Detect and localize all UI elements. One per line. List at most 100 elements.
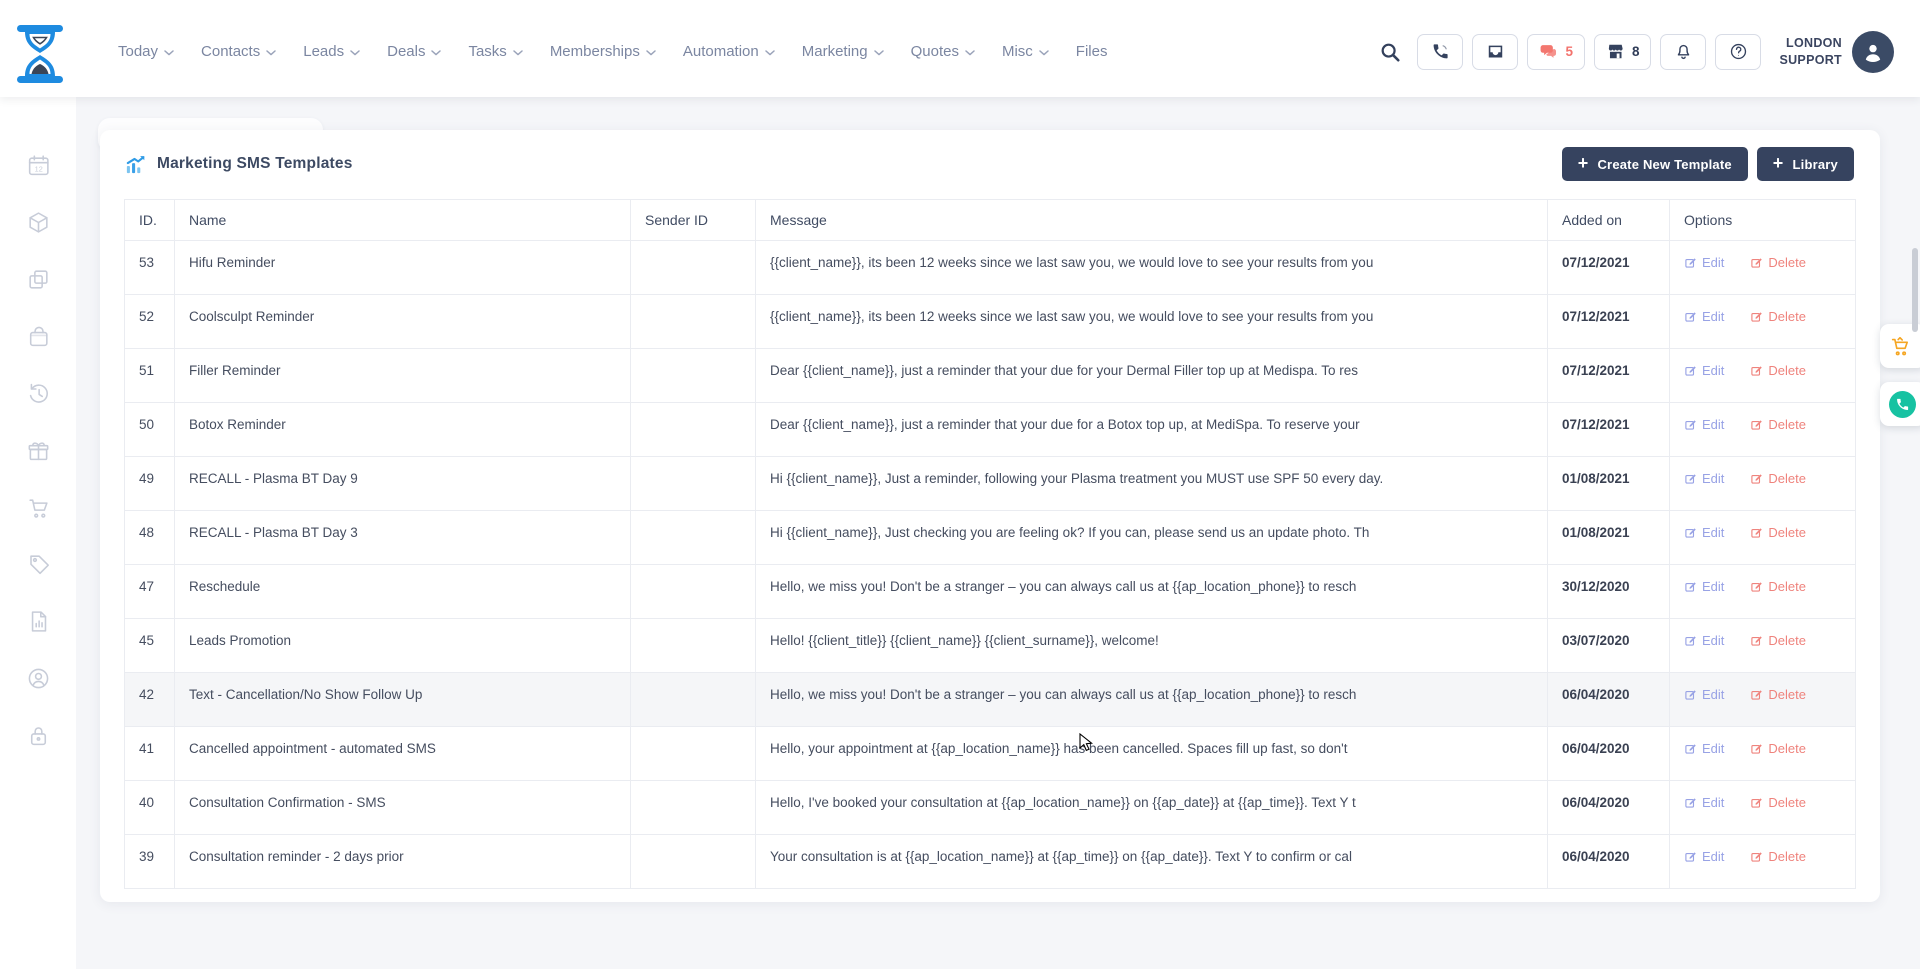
sidebar-item-cube[interactable] [0, 194, 76, 251]
delete-link[interactable]: Delete [1750, 309, 1806, 324]
nav-label: Marketing [802, 43, 868, 60]
store-button[interactable]: 8 [1594, 34, 1652, 70]
templates-card: Marketing SMS Templates + Create New Tem… [100, 130, 1880, 902]
delete-link[interactable]: Delete [1750, 741, 1806, 756]
cell-options: Edit Delete [1670, 835, 1856, 889]
edit-link[interactable]: Edit [1684, 741, 1724, 756]
chat-icon [1539, 42, 1558, 61]
nav-item-contacts[interactable]: Contacts [201, 43, 276, 60]
sidebar-item-calendar[interactable]: 12 [0, 137, 76, 194]
edit-link-label: Edit [1702, 255, 1724, 270]
pabau-hourglass-logo[interactable] [14, 24, 66, 84]
floating-phone-button[interactable] [1880, 382, 1920, 426]
edit-link[interactable]: Edit [1684, 849, 1724, 864]
cell-message: {{client_name}}, its been 12 weeks since… [756, 241, 1548, 295]
chat-button[interactable]: 5 [1527, 34, 1585, 70]
delete-link-label: Delete [1768, 633, 1806, 648]
chat-badge: 5 [1565, 44, 1573, 59]
edit-square-icon [1684, 310, 1697, 323]
phone-circle [1889, 391, 1916, 418]
column-header-name: Name [175, 200, 631, 241]
nav-item-files[interactable]: Files [1076, 43, 1108, 60]
sidebar-item-bag[interactable] [0, 308, 76, 365]
create-new-template-button[interactable]: + Create New Template [1562, 147, 1748, 181]
cell-id: 50 [125, 403, 175, 457]
cell-message: Hello, we miss you! Don't be a stranger … [756, 565, 1548, 619]
sidebar-item-history[interactable] [0, 365, 76, 422]
cell-id: 48 [125, 511, 175, 565]
delete-link[interactable]: Delete [1750, 687, 1806, 702]
cell-sender-id [631, 349, 756, 403]
edit-link[interactable]: Edit [1684, 525, 1724, 540]
phone-button[interactable] [1417, 34, 1463, 70]
table-row: 42Text - Cancellation/No Show Follow UpH… [125, 673, 1856, 727]
main-content: Marketing SMS Templates + Create New Tem… [76, 97, 1920, 969]
library-button[interactable]: + Library [1757, 147, 1854, 181]
nav-item-leads[interactable]: Leads [303, 43, 360, 60]
help-icon [1729, 42, 1748, 61]
chevron-down-icon [646, 50, 656, 56]
cart-icon [1889, 335, 1911, 357]
nav-item-tasks[interactable]: Tasks [468, 43, 522, 60]
delete-link[interactable]: Delete [1750, 795, 1806, 810]
edit-link[interactable]: Edit [1684, 255, 1724, 270]
help-button[interactable] [1715, 34, 1761, 70]
user-menu[interactable]: LONDON SUPPORT [1779, 31, 1894, 73]
delete-link[interactable]: Delete [1750, 471, 1806, 486]
nav-item-misc[interactable]: Misc [1002, 43, 1049, 60]
edit-square-icon [1684, 472, 1697, 485]
chevron-down-icon [1039, 50, 1049, 56]
cell-message: {{client_name}}, its been 12 weeks since… [756, 295, 1548, 349]
nav-item-quotes[interactable]: Quotes [911, 43, 975, 60]
cell-sender-id [631, 727, 756, 781]
scrollbar-thumb[interactable] [1912, 248, 1918, 332]
search-icon[interactable] [1379, 41, 1401, 63]
inbox-button[interactable] [1472, 34, 1518, 70]
edit-link[interactable]: Edit [1684, 579, 1724, 594]
user-icon [1861, 40, 1885, 64]
sidebar-item-lock[interactable] [0, 707, 76, 764]
delete-link-label: Delete [1768, 849, 1806, 864]
store-badge: 8 [1632, 44, 1640, 59]
edit-square-icon [1684, 526, 1697, 539]
page-title: Marketing SMS Templates [157, 155, 353, 173]
nav-label: Quotes [911, 43, 959, 60]
nav-item-today[interactable]: Today [118, 43, 174, 60]
nav-item-memberships[interactable]: Memberships [550, 43, 656, 60]
edit-link-label: Edit [1702, 849, 1724, 864]
delete-link[interactable]: Delete [1750, 633, 1806, 648]
edit-square-icon [1750, 526, 1763, 539]
sidebar-item-gift[interactable] [0, 422, 76, 479]
delete-link[interactable]: Delete [1750, 579, 1806, 594]
chevron-down-icon [965, 50, 975, 56]
notifications-button[interactable] [1660, 34, 1706, 70]
sidebar-item-report[interactable] [0, 593, 76, 650]
delete-link[interactable]: Delete [1750, 849, 1806, 864]
edit-link[interactable]: Edit [1684, 633, 1724, 648]
edit-link[interactable]: Edit [1684, 687, 1724, 702]
nav-item-deals[interactable]: Deals [387, 43, 441, 60]
sidebar: 12 [0, 97, 76, 969]
edit-square-icon [1750, 634, 1763, 647]
nav-item-marketing[interactable]: Marketing [802, 43, 884, 60]
edit-link[interactable]: Edit [1684, 471, 1724, 486]
edit-link[interactable]: Edit [1684, 309, 1724, 324]
edit-link-label: Edit [1702, 309, 1724, 324]
edit-link[interactable]: Edit [1684, 417, 1724, 432]
cell-message: Hello, your appointment at {{ap_location… [756, 727, 1548, 781]
delete-link[interactable]: Delete [1750, 363, 1806, 378]
edit-link[interactable]: Edit [1684, 795, 1724, 810]
sidebar-item-copy[interactable] [0, 251, 76, 308]
sidebar-item-cart[interactable] [0, 479, 76, 536]
nav-item-automation[interactable]: Automation [683, 43, 775, 60]
cell-added-on: 30/12/2020 [1548, 565, 1670, 619]
delete-link[interactable]: Delete [1750, 255, 1806, 270]
delete-link[interactable]: Delete [1750, 525, 1806, 540]
nav-label: Misc [1002, 43, 1033, 60]
cell-sender-id [631, 781, 756, 835]
edit-link[interactable]: Edit [1684, 363, 1724, 378]
avatar[interactable] [1852, 31, 1894, 73]
delete-link[interactable]: Delete [1750, 417, 1806, 432]
sidebar-item-tag[interactable] [0, 536, 76, 593]
sidebar-item-account[interactable] [0, 650, 76, 707]
